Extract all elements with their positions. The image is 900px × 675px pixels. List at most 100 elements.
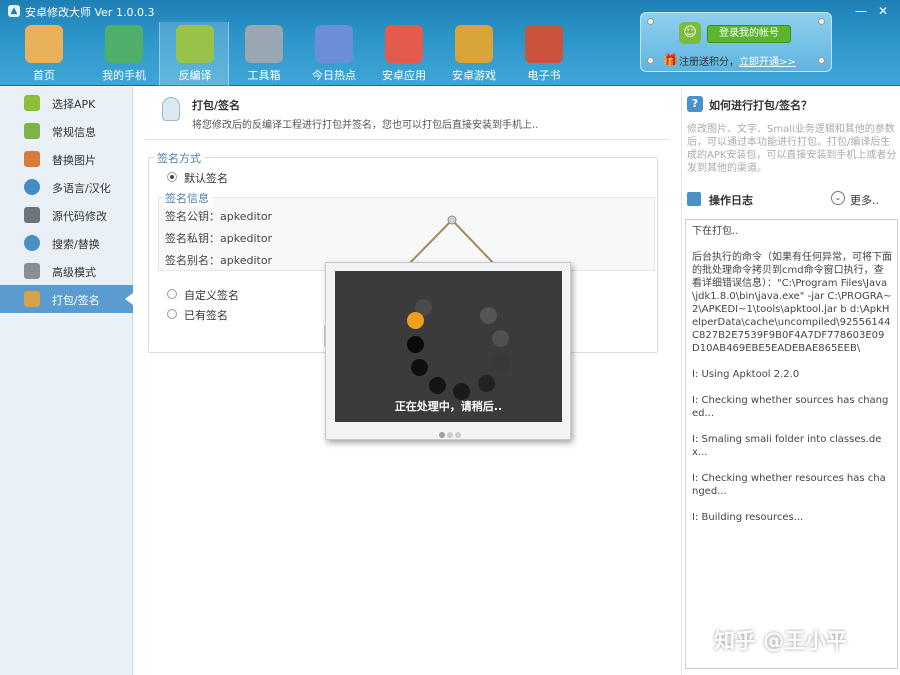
sidebar-item-label: 多语言/汉化 [52, 182, 111, 195]
loading-text: 正在处理中，请稍后.. [394, 400, 503, 413]
nav-item-home[interactable]: 首页 [9, 22, 79, 86]
nav-item-hot-today[interactable]: 今日热点 [299, 22, 369, 86]
log-output[interactable]: 下在打包.. 后台执行的命令（如果有任何异常，可将下面的批处理命令拷贝到cmd命… [685, 219, 898, 669]
sidebar-item-localization[interactable]: 多语言/汉化 [0, 173, 133, 201]
app-logo-icon: ▲ [8, 5, 20, 17]
more-link[interactable]: 更多.. [850, 192, 879, 208]
sidebar-item-advanced-mode[interactable]: 高级模式 [0, 257, 133, 285]
nav-item-decompile[interactable]: 反编译 [159, 22, 229, 86]
existing-sign-radio[interactable] [167, 309, 177, 319]
sidebar-item-general-info[interactable]: 常规信息 [0, 117, 133, 145]
log-line: I: Using Apktool 2.2.0 [692, 369, 800, 380]
android-icon [24, 95, 40, 111]
nav-label: 安卓游戏 [452, 69, 496, 82]
window-title: 安卓修改大师 Ver 1.0.0.3 [25, 6, 155, 19]
toolbox-icon [245, 25, 283, 63]
android-avatar-icon: ☺ [679, 22, 701, 44]
nav-item-my-phone[interactable]: 我的手机 [89, 22, 159, 86]
books-icon [525, 25, 563, 63]
sidebar-item-search-replace[interactable]: 搜索/替换 [0, 229, 133, 257]
active-pointer-icon [125, 293, 133, 305]
nav-item-toolbox[interactable]: 工具箱 [229, 22, 299, 86]
game-icon [455, 25, 493, 63]
code-icon [24, 207, 40, 223]
house-icon [25, 25, 63, 63]
spinner-active-dot-icon [407, 312, 424, 329]
register-text: 注册送积分， [679, 57, 739, 68]
log-title: 操作日志 [709, 194, 753, 207]
sign-info-legend: 签名信息 [162, 190, 212, 206]
custom-sign-radio[interactable] [167, 289, 177, 299]
sidebar-item-package-sign[interactable]: 打包/签名 [0, 285, 133, 313]
pin-icon [818, 18, 825, 25]
close-button[interactable]: ✕ [874, 3, 892, 19]
sidebar-item-select-apk[interactable]: 选择APK [0, 89, 133, 117]
existing-sign-label[interactable]: 已有签名 [184, 307, 228, 323]
radar-icon [105, 25, 143, 63]
help-icon: ? [687, 96, 703, 112]
sidebar-item-label: 替换图片 [52, 154, 96, 167]
login-panel: ☺ 登录我的帐号 🎁 注册送积分， 立即开通>> [640, 12, 832, 72]
log-line: I: Building resources... [692, 512, 804, 523]
search-icon [24, 235, 40, 251]
sidebar-item-source-edit[interactable]: 源代码修改 [0, 201, 133, 229]
spinner-dot-icon [492, 355, 509, 372]
right-panel: ? 如何进行打包/签名？ 修改图片、文字、Smali业务逻辑和其他的参数后，可以… [681, 87, 900, 675]
sign-alias: 签名别名：apkeditor [165, 254, 273, 267]
nav-label: 安卓应用 [382, 69, 426, 82]
pager-dot-icon [439, 432, 445, 438]
gift-icon: 🎁 [663, 53, 678, 67]
sidebar-item-label: 打包/签名 [52, 294, 100, 307]
nav-label: 我的手机 [102, 69, 146, 82]
log-lines: 下在打包.. 后台执行的命令（如果有任何异常，可将下面的批处理命令拷贝到cmd命… [692, 225, 892, 524]
nav-item-ebooks[interactable]: 电子书 [509, 22, 579, 86]
nav-label: 电子书 [527, 69, 561, 82]
nav-label: 今日热点 [312, 69, 356, 82]
nav-label: 首页 [33, 69, 55, 82]
log-line: I: Checking whether resources has change… [692, 473, 886, 497]
log-line: 后台执行的命令（如果有任何异常，可将下面的批处理命令拷贝到cmd命令窗口执行，查… [692, 252, 892, 354]
minimize-button[interactable]: — [852, 3, 870, 19]
globe-icon [24, 179, 40, 195]
loading-dialog: 正在处理中，请稍后.. [325, 262, 571, 440]
help-description: 修改图片、文字、Smali业务逻辑和其他的参数后，可以通过本功能进行打包。打包/… [687, 124, 897, 174]
default-sign-label[interactable]: 默认签名 [184, 170, 228, 186]
sign-public-key: 签名公钥：apkeditor [165, 210, 273, 223]
spinner-dot-icon [478, 375, 495, 392]
log-line: I: Smaling smali folder into classes.dex… [692, 434, 882, 458]
lightbulb-icon [162, 97, 180, 121]
chevron-down-icon[interactable]: ⌄ [831, 191, 845, 205]
sidebar-item-label: 常规信息 [52, 126, 96, 139]
sidebar: 选择APK 常规信息 替换图片 多语言/汉化 源代码修改 搜索/替换 高级模式 … [0, 87, 133, 675]
section-description: 将您修改后的反编译工程进行打包并签名，您也可以打包后直接安装到手机上.. [192, 120, 539, 131]
pin-icon [818, 57, 825, 64]
app-header: ▲ 安卓修改大师 Ver 1.0.0.3 — ✕ 首页 我的手机 反编译 工具箱… [0, 0, 900, 86]
apps-grid-icon [385, 25, 423, 63]
login-button[interactable]: 登录我的帐号 [707, 25, 791, 43]
default-sign-radio[interactable] [167, 172, 177, 182]
nav-item-android-games[interactable]: 安卓游戏 [439, 22, 509, 86]
image-icon [24, 151, 40, 167]
spinner-dot-icon [480, 307, 497, 324]
star-icon [315, 25, 353, 63]
nav-item-android-apps[interactable]: 安卓应用 [369, 22, 439, 86]
pager-dots [439, 428, 463, 441]
register-link[interactable]: 立即开通>> [739, 53, 796, 68]
divider [144, 139, 670, 140]
tools-icon [24, 263, 40, 279]
spinner-dot-icon [492, 330, 509, 347]
main-nav: 首页 我的手机 反编译 工具箱 今日热点 安卓应用 安卓游戏 电子书 [0, 22, 620, 86]
pager-dot-icon [455, 432, 461, 438]
package-icon [24, 291, 40, 307]
section-title: 打包/签名 [192, 99, 241, 112]
loading-screen: 正在处理中，请稍后.. [335, 271, 562, 422]
android-gear-icon [24, 123, 40, 139]
nav-label: 反编译 [178, 69, 212, 82]
sidebar-item-replace-images[interactable]: 替换图片 [0, 145, 133, 173]
spinner-dot-icon [411, 359, 428, 376]
custom-sign-label[interactable]: 自定义签名 [184, 287, 239, 303]
